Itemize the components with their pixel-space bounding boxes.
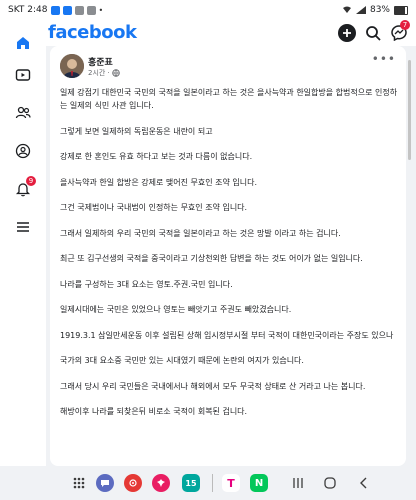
back-button[interactable] <box>356 475 372 491</box>
post-time[interactable]: 2시간 <box>88 68 105 78</box>
post-author[interactable]: 홍준표 <box>88 55 113 68</box>
recents-icon <box>293 478 303 488</box>
menu-icon <box>17 222 29 232</box>
app-grid-icon <box>73 477 85 489</box>
app-notification-icon <box>86 5 96 15</box>
author-photo-icon <box>60 54 84 78</box>
post-paragraph: 그렇게 보면 일제하의 독립운동은 내란이 되고 <box>60 126 213 136</box>
sidebar: 9 <box>0 37 46 466</box>
wifi-icon <box>342 6 351 13</box>
sidebar-item-profile[interactable] <box>12 140 34 162</box>
chat-app-icon <box>101 480 109 487</box>
naver-app-button[interactable]: N <box>250 474 268 492</box>
messenger-button[interactable]: 7 <box>390 20 410 42</box>
profile-icon <box>15 143 31 159</box>
facebook-logo[interactable]: facebook <box>48 22 137 43</box>
taskbar: 15 T N <box>0 466 416 500</box>
more-notifications-icon: • <box>98 5 104 15</box>
post-paragraph: 그래서 일제하의 우리 국민의 국적을 일본이라고 하는 것은 망발 이라고 하… <box>60 228 341 238</box>
sidebar-item-notifications[interactable]: 9 <box>12 176 36 200</box>
gallery-app-icon <box>157 479 165 487</box>
avatar[interactable] <box>60 54 84 78</box>
camera-app-button[interactable] <box>124 474 142 492</box>
post-paragraph: 1919.3.1 삼일만세운동 이후 설립된 상해 임시정부시절 부터 국적이 … <box>60 330 394 340</box>
status-right: 83% <box>342 5 408 15</box>
status-bar: SKT 2:48 • 83% <box>0 0 416 22</box>
chat-app-button[interactable] <box>96 474 114 492</box>
sidebar-item-home[interactable] <box>12 32 34 54</box>
scrollbar[interactable] <box>408 60 411 160</box>
plus-icon <box>343 29 351 37</box>
home-icon <box>17 37 29 49</box>
messenger-badge: 7 <box>400 20 410 30</box>
post-paragraph: 일제시대에는 국민은 있었으나 영토는 빼앗기고 주권도 빼았겼습니다. <box>60 305 292 314</box>
create-button[interactable] <box>338 24 356 42</box>
post-paragraph: 일제 강점기 대한민국 국민의 국적을 일본이라고 하는 것은 을사늑약과 한일… <box>60 88 398 110</box>
naver-app-icon: N <box>254 477 264 489</box>
t-app-icon: T <box>227 476 235 490</box>
post-paragraph: 을사늑약과 한일 합방은 강제로 맺어진 무효인 조약 입니다. <box>60 177 257 187</box>
facebook-notification-icon <box>62 5 72 15</box>
gallery-app-button[interactable] <box>152 474 170 492</box>
t-app-button[interactable]: T <box>222 474 240 492</box>
app-grid-button[interactable] <box>70 474 88 492</box>
globe-icon <box>111 69 120 77</box>
post-paragraph: 그건 국제법이나 국내법이 인정하는 무효인 조약 입니다. <box>60 203 248 212</box>
more-options-icon[interactable]: ••• <box>372 52 396 66</box>
calendar-app-button[interactable]: 15 <box>182 474 200 492</box>
app-notification-icon <box>74 5 84 15</box>
back-icon <box>360 477 367 489</box>
post-paragraph: 나라를 구성하는 3대 요소는 영토.주권.국민 입니다. <box>60 279 233 289</box>
camera-app-icon <box>129 479 137 487</box>
app-header: facebook 7 <box>0 20 416 46</box>
search-button[interactable] <box>364 24 382 42</box>
dock-divider <box>212 474 213 492</box>
notifications-badge: 9 <box>26 176 36 186</box>
post-paragraph: 해방이후 나라를 되찾은뒤 비로소 국적이 회복된 겁니다. <box>60 407 248 416</box>
home-circle-icon <box>324 477 336 489</box>
battery-percent: 83% <box>369 5 390 15</box>
sidebar-item-friends[interactable] <box>12 102 34 124</box>
search-icon <box>366 26 381 41</box>
facebook-notification-icon <box>50 5 60 15</box>
sidebar-item-menu[interactable] <box>12 216 34 238</box>
friends-icon <box>15 106 31 119</box>
post-paragraph: 최근 또 김구선생의 국적을 중국이라고 기상천외한 답변을 하는 것도 어이가… <box>60 254 363 263</box>
home-nav-button[interactable] <box>322 475 338 491</box>
post-paragraph: 국가의 3대 요소중 국민만 있는 시대였기 때문에 논란의 여지가 있습니다. <box>60 356 304 365</box>
recents-button[interactable] <box>290 475 306 491</box>
post-paragraph: 그래서 당시 우리 국민들은 국내에서나 해외에서 모두 무국적 상태로 산 거… <box>60 381 366 391</box>
sidebar-item-video[interactable] <box>12 64 34 86</box>
post-card: 홍준표 2시간 · ••• 일제 강점기 대한민국 국민의 국적을 일본이라고 … <box>50 46 406 466</box>
calendar-app-icon: 15 <box>185 478 197 488</box>
status-left: SKT 2:48 • <box>8 5 103 15</box>
battery-icon <box>394 5 408 15</box>
post-paragraph: 강제로 한 혼인도 유효 하다고 보는 것과 다름이 없습니다. <box>60 152 253 161</box>
carrier-time: SKT 2:48 <box>8 5 48 15</box>
post-body: 일제 강점기 대한민국 국민의 국적을 일본이라고 하는 것은 을사늑약과 한일… <box>60 86 400 431</box>
signal-icon <box>355 6 366 14</box>
post-meta: 2시간 · <box>88 68 120 78</box>
video-icon <box>15 69 31 81</box>
